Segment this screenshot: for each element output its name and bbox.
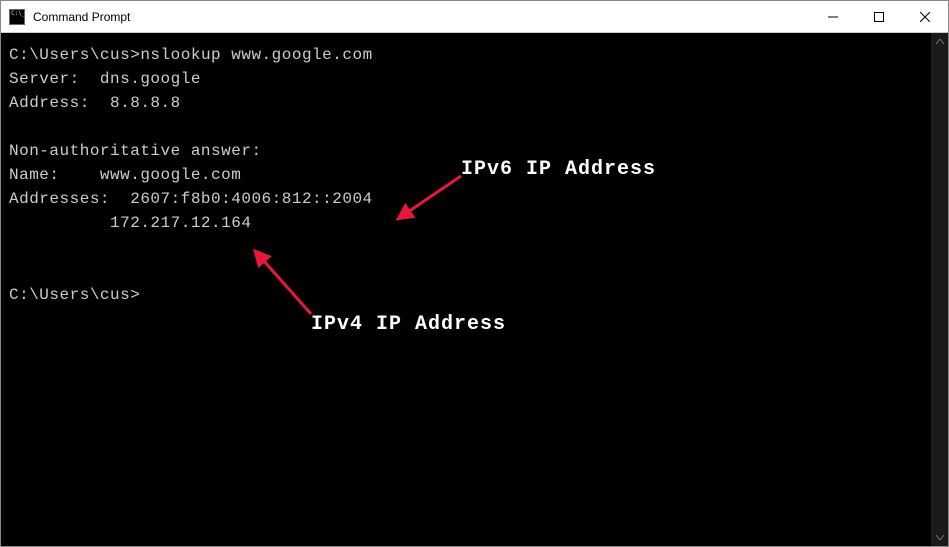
ipv4-line: 172.217.12.164	[9, 214, 251, 232]
prompt-2: C:\Users\cus>	[9, 286, 140, 304]
minimize-icon	[828, 12, 838, 22]
cmd-icon	[9, 9, 25, 25]
window-controls	[810, 1, 948, 32]
chevron-down-icon	[936, 535, 944, 540]
vertical-scrollbar[interactable]	[931, 33, 948, 546]
close-icon	[920, 12, 930, 22]
maximize-button[interactable]	[856, 1, 902, 32]
ipv4-annotation: IPv4 IP Address	[311, 313, 506, 336]
cmd-window: Command Prompt C:\Users\cus>nslookup www…	[0, 0, 949, 547]
window-title: Command Prompt	[31, 10, 810, 24]
address-line: Address: 8.8.8.8	[9, 94, 181, 112]
maximize-icon	[874, 12, 884, 22]
scroll-up-button[interactable]	[931, 33, 948, 50]
server-line: Server: dns.google	[9, 70, 201, 88]
ipv6-annotation: IPv6 IP Address	[461, 158, 656, 181]
command-nslookup: nslookup www.google.com	[140, 46, 372, 64]
ipv6-line: Addresses: 2607:f8b0:4006:812::2004	[9, 190, 373, 208]
titlebar[interactable]: Command Prompt	[1, 1, 948, 33]
prompt-1: C:\Users\cus>	[9, 46, 140, 64]
scroll-down-button[interactable]	[931, 529, 948, 546]
non-auth-line: Non-authoritative answer:	[9, 142, 262, 160]
name-line: Name: www.google.com	[9, 166, 241, 184]
chevron-up-icon	[936, 39, 944, 44]
terminal-area[interactable]: C:\Users\cus>nslookup www.google.com Ser…	[1, 33, 948, 546]
minimize-button[interactable]	[810, 1, 856, 32]
close-button[interactable]	[902, 1, 948, 32]
